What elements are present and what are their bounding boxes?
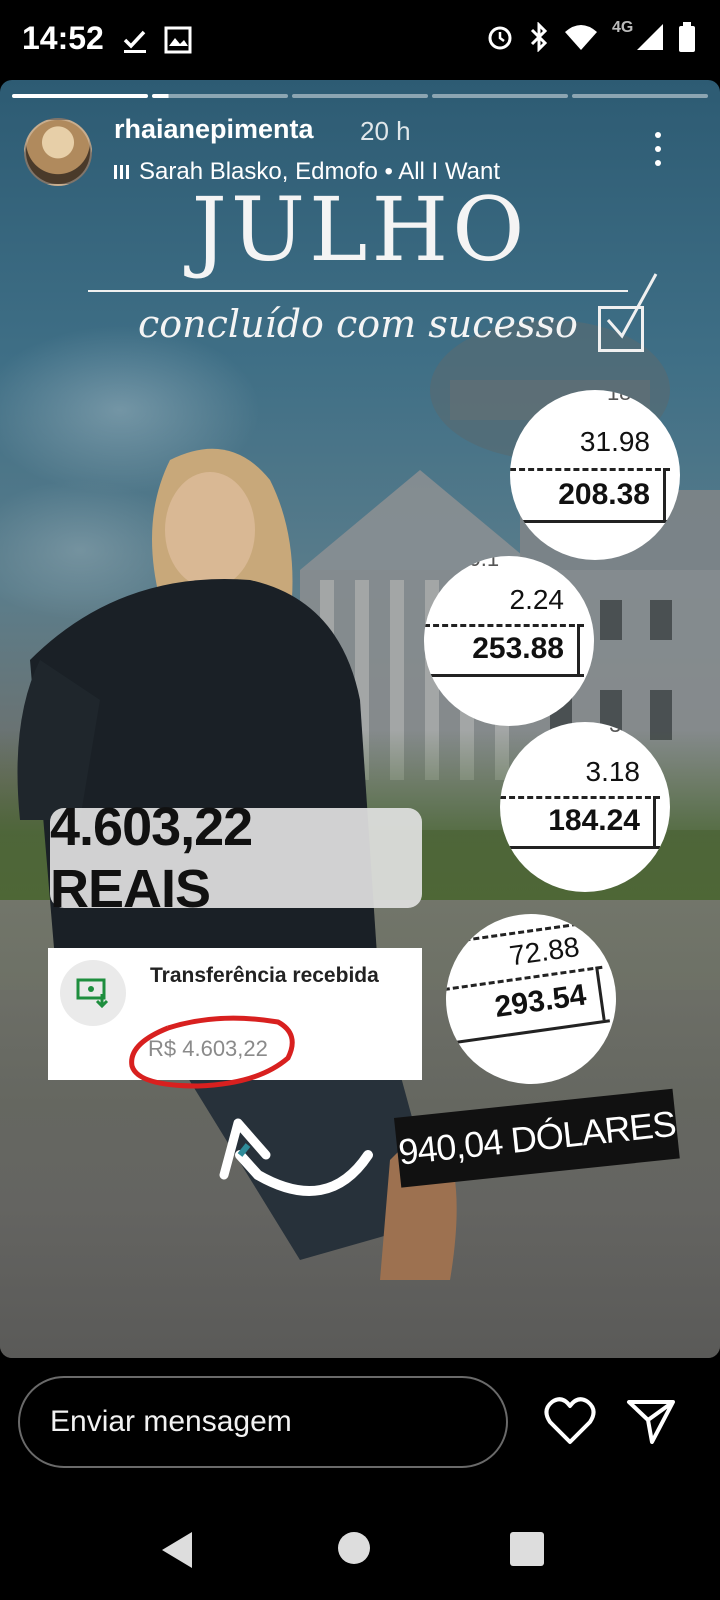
receipt-total: 184.24: [548, 804, 640, 837]
alarm-icon: [488, 26, 512, 50]
receipt-circle: 184.8 31.98 208.38: [510, 390, 680, 560]
highlight-circle: [129, 1015, 295, 1089]
status-bar: 14:52 4G: [0, 0, 720, 82]
receipt-value: 72.88: [507, 930, 582, 972]
network-type: 4G: [612, 19, 634, 36]
story-subtitle: concluído com sucesso: [138, 302, 578, 346]
receipt-value: 3.18: [585, 756, 641, 787]
receipt-total: 293.54: [492, 978, 589, 1024]
message-input[interactable]: [18, 1376, 508, 1468]
receipt-dash-line: [510, 468, 670, 471]
progress-segment: [432, 94, 568, 98]
check-mark-icon: [606, 273, 658, 339]
photo-icon: [164, 26, 192, 54]
transfer-title: Transferência recebida: [150, 964, 379, 987]
receipt-dash-line: [424, 624, 584, 627]
story-time: 20 h: [360, 116, 411, 146]
download-done-icon: [123, 30, 146, 53]
story-progress: [12, 94, 708, 98]
story-title: JULHO: [191, 178, 529, 281]
progress-segment: [152, 94, 288, 98]
receipt-value: 2.24: [509, 584, 565, 615]
signal-icon: 4G: [612, 19, 664, 51]
transfer-notification: Transferência recebida R$ 4.603,22: [48, 948, 422, 1089]
receipt-value: 31.98: [579, 426, 650, 457]
receipt-top-value: 30.2: [609, 722, 652, 737]
more-options-icon[interactable]: [650, 132, 666, 166]
progress-segment: [572, 94, 708, 98]
receipt-underline: [451, 1019, 611, 1045]
username[interactable]: rhaianepimenta: [114, 114, 314, 145]
curved-arrow-icon: [219, 1118, 373, 1196]
bluetooth-icon: [530, 22, 548, 52]
receipt-circle: 30.2 3.18 184.24: [500, 722, 670, 892]
reais-total-label: 4.603,22 REAIS: [50, 797, 422, 919]
title-divider: [88, 290, 628, 292]
status-time: 14:52: [22, 20, 104, 56]
like-heart-icon[interactable]: [544, 1396, 596, 1446]
status-icons: 4G: [486, 19, 696, 52]
receipt-total: 253.88: [472, 632, 564, 665]
home-icon[interactable]: [338, 1532, 370, 1564]
wifi-icon: [565, 25, 597, 50]
progress-segment: [292, 94, 428, 98]
receipt-dash-line: [500, 796, 660, 799]
send-icon[interactable]: [626, 1396, 676, 1444]
back-icon[interactable]: [160, 1530, 196, 1570]
battery-icon: [679, 22, 695, 52]
receipt-top-value: 184.8: [606, 390, 662, 405]
receipt-circle: 100.1 2.24 253.88: [424, 556, 594, 726]
story-viewer[interactable]: rhaianepimenta 20 h Sarah Blasko, Edmofo…: [0, 80, 720, 1358]
progress-segment: [12, 94, 148, 98]
music-bars-icon: [114, 165, 129, 179]
avatar[interactable]: [24, 118, 92, 186]
receipt-underline: [500, 846, 660, 849]
recents-icon[interactable]: [510, 1532, 544, 1566]
transfer-received-icon: [60, 960, 126, 1026]
receipt-total: 208.38: [558, 478, 650, 511]
receipt-underline: [510, 520, 670, 523]
receipt-top-value: 100.1: [444, 556, 500, 571]
receipt-underline: [424, 674, 584, 677]
